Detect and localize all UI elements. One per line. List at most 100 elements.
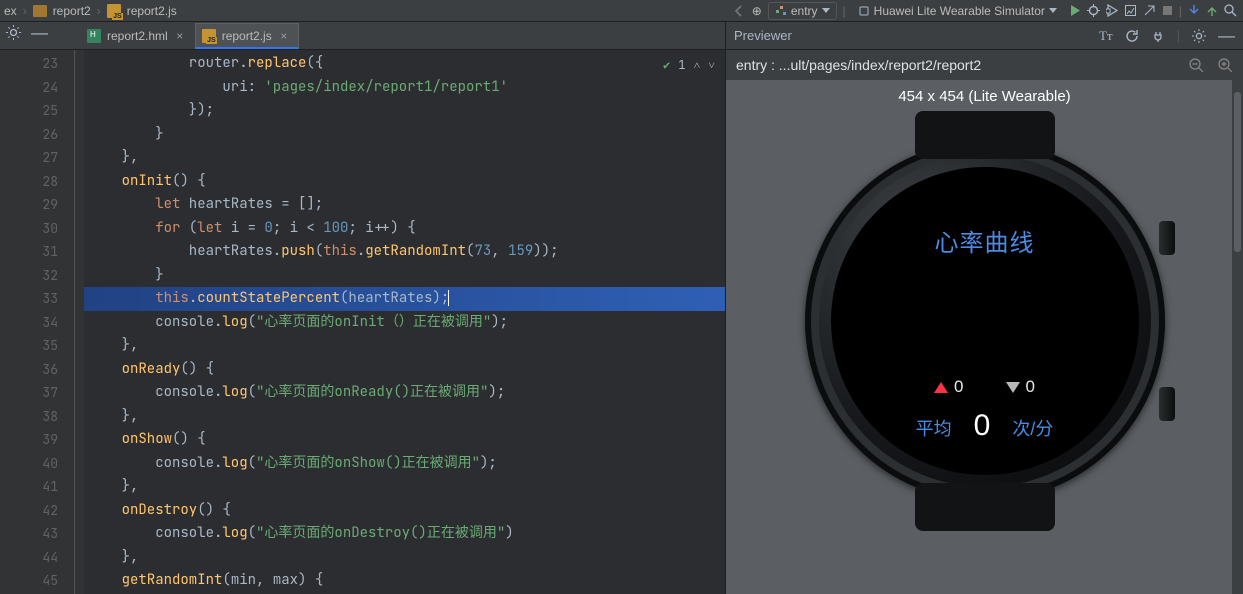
code-line[interactable]: onDestroy() { bbox=[84, 499, 725, 523]
js-file-icon bbox=[107, 4, 121, 18]
previewer-header: Previewer Tт | — bbox=[726, 22, 1243, 50]
previewer-path: entry : ...ult/pages/index/report2/repor… bbox=[736, 57, 981, 73]
editor-pane: — report2.hml × report2.js × 23242526272… bbox=[0, 22, 726, 594]
code-line[interactable]: let heartRates = []; bbox=[84, 193, 725, 217]
close-icon[interactable]: × bbox=[278, 30, 290, 42]
gear-icon[interactable] bbox=[1192, 29, 1206, 43]
code-line[interactable]: for (let i = 0; i < 100; i++) { bbox=[84, 217, 725, 241]
code-line[interactable]: } bbox=[84, 264, 725, 288]
editor-tabs: — report2.hml × report2.js × bbox=[0, 22, 725, 50]
watch-stats: 0 0 bbox=[934, 377, 1035, 397]
code-editor[interactable]: 23242526272829303132💡3334353637383940414… bbox=[0, 50, 725, 594]
watch-bezel: 心率曲线 0 0 平均 bbox=[805, 141, 1165, 501]
tab-label: report2.hml bbox=[107, 29, 168, 43]
breadcrumb-sep: › bbox=[97, 4, 101, 18]
watch-avg-label: 平均 bbox=[916, 415, 952, 441]
profile-icon[interactable] bbox=[1124, 4, 1137, 17]
device-label: Huawei Lite Wearable Simulator bbox=[874, 4, 1045, 18]
code-line[interactable]: getRandomInt(min, max) { bbox=[84, 569, 725, 593]
chevron-down-icon bbox=[1049, 8, 1057, 13]
code-line[interactable]: this.countStatePercent(heartRates); bbox=[84, 287, 725, 311]
code-line[interactable]: } bbox=[84, 123, 725, 147]
divider: | bbox=[1177, 28, 1180, 43]
device-combo[interactable]: Huawei Lite Wearable Simulator bbox=[852, 2, 1063, 20]
previewer-dimensions: 454 x 454 (Lite Wearable) bbox=[898, 88, 1070, 105]
arrow-down-icon[interactable]: ˅ bbox=[708, 54, 715, 78]
target-icon[interactable]: ⊕ bbox=[752, 4, 762, 18]
triangle-up-icon bbox=[934, 382, 948, 393]
code-body[interactable]: router.replace({ uri: 'pages/index/repor… bbox=[84, 50, 725, 594]
git-push-icon[interactable] bbox=[1206, 4, 1218, 17]
code-line[interactable]: router.replace({ bbox=[84, 52, 725, 76]
attach-icon[interactable] bbox=[1143, 4, 1156, 17]
problems-count: 1 bbox=[678, 54, 685, 78]
tab-report2-hml[interactable]: report2.hml × bbox=[80, 23, 195, 49]
code-line[interactable]: }, bbox=[84, 405, 725, 429]
run-config-combo[interactable]: entry bbox=[768, 2, 837, 20]
watch-min: 0 bbox=[1026, 377, 1035, 397]
module-icon bbox=[775, 5, 787, 17]
code-line[interactable]: console.log("心率页面的onReady()正在被调用"); bbox=[84, 381, 725, 405]
arrow-up-icon[interactable]: ˄ bbox=[693, 54, 700, 78]
code-line[interactable]: onInit() { bbox=[84, 170, 725, 194]
watch-title: 心率曲线 bbox=[935, 223, 1035, 258]
dash-icon[interactable]: — bbox=[1218, 31, 1235, 41]
dash-icon[interactable]: — bbox=[31, 28, 48, 38]
zoom-in-icon[interactable] bbox=[1218, 58, 1233, 73]
tab-report2-js[interactable]: report2.js × bbox=[195, 23, 299, 49]
editor-problems-widget[interactable]: ✔ 1 ˄ ˅ bbox=[663, 54, 715, 78]
breadcrumb-seg[interactable]: report2 bbox=[53, 4, 91, 18]
code-line[interactable]: console.log("心率页面的onInit（）正在被调用"); bbox=[84, 311, 725, 335]
check-icon: ✔ bbox=[663, 54, 670, 78]
watch-unit: 次/分 bbox=[1012, 415, 1053, 441]
watch-lug bbox=[915, 483, 1055, 531]
coverage-icon[interactable] bbox=[1106, 4, 1118, 17]
debug-icon[interactable] bbox=[1087, 4, 1100, 17]
tab-label: report2.js bbox=[222, 29, 272, 43]
device-icon bbox=[858, 5, 870, 17]
zoom-out-icon[interactable] bbox=[1189, 58, 1204, 73]
code-line[interactable]: uri: 'pages/index/report1/report1' bbox=[84, 76, 725, 100]
triangle-down-icon bbox=[1006, 382, 1020, 393]
folder-icon bbox=[33, 5, 47, 17]
previewer-scrollbar[interactable] bbox=[1232, 52, 1243, 594]
run-icon[interactable] bbox=[1069, 4, 1081, 17]
watch-crown bbox=[1159, 387, 1175, 421]
stop-icon[interactable] bbox=[1162, 5, 1173, 16]
code-line[interactable]: onReady() { bbox=[84, 358, 725, 382]
hml-file-icon bbox=[87, 29, 101, 43]
close-icon[interactable]: × bbox=[174, 30, 186, 42]
back-icon[interactable] bbox=[732, 4, 746, 18]
chevron-down-icon bbox=[822, 8, 830, 13]
plug-icon[interactable] bbox=[1151, 29, 1165, 43]
breadcrumb-seg[interactable]: report2.js bbox=[127, 4, 177, 18]
git-pull-icon[interactable] bbox=[1188, 4, 1200, 17]
breadcrumb-seg[interactable]: ex bbox=[4, 4, 17, 18]
fold-strip[interactable] bbox=[70, 50, 84, 594]
js-file-icon bbox=[202, 29, 216, 43]
code-line[interactable]: }); bbox=[84, 99, 725, 123]
breadcrumb-sep: › bbox=[23, 4, 27, 18]
watch-screen[interactable]: 心率曲线 0 0 平均 bbox=[831, 167, 1139, 475]
previewer-title: Previewer bbox=[734, 28, 792, 43]
code-line[interactable]: console.log("心率页面的onDestroy()正在被调用") bbox=[84, 522, 725, 546]
code-line[interactable]: }, bbox=[84, 475, 725, 499]
breadcrumb-bar: ex › report2 › report2.js ⊕ entry | Huaw… bbox=[0, 0, 1243, 22]
previewer-path-row: entry : ...ult/pages/index/report2/repor… bbox=[726, 50, 1243, 80]
code-line[interactable]: }, bbox=[84, 546, 725, 570]
code-line[interactable]: }, bbox=[84, 146, 725, 170]
watch-device: 心率曲线 0 0 平均 bbox=[800, 111, 1170, 531]
code-line[interactable]: console.log("心率页面的onShow()正在被调用"); bbox=[84, 452, 725, 476]
gear-icon[interactable] bbox=[6, 25, 21, 40]
line-gutter: 23242526272829303132💡3334353637383940414… bbox=[0, 50, 70, 594]
watch-crown bbox=[1159, 221, 1175, 255]
code-line[interactable]: }, bbox=[84, 334, 725, 358]
code-line[interactable]: onShow() { bbox=[84, 428, 725, 452]
watch-max: 0 bbox=[954, 377, 963, 397]
watch-avg-value: 0 bbox=[974, 409, 991, 443]
code-line[interactable]: heartRates.push(this.getRandomInt(73, 15… bbox=[84, 240, 725, 264]
watch-lug bbox=[915, 111, 1055, 159]
refresh-icon[interactable] bbox=[1125, 29, 1139, 43]
search-icon[interactable] bbox=[1224, 4, 1237, 17]
text-icon[interactable]: Tт bbox=[1099, 28, 1113, 44]
